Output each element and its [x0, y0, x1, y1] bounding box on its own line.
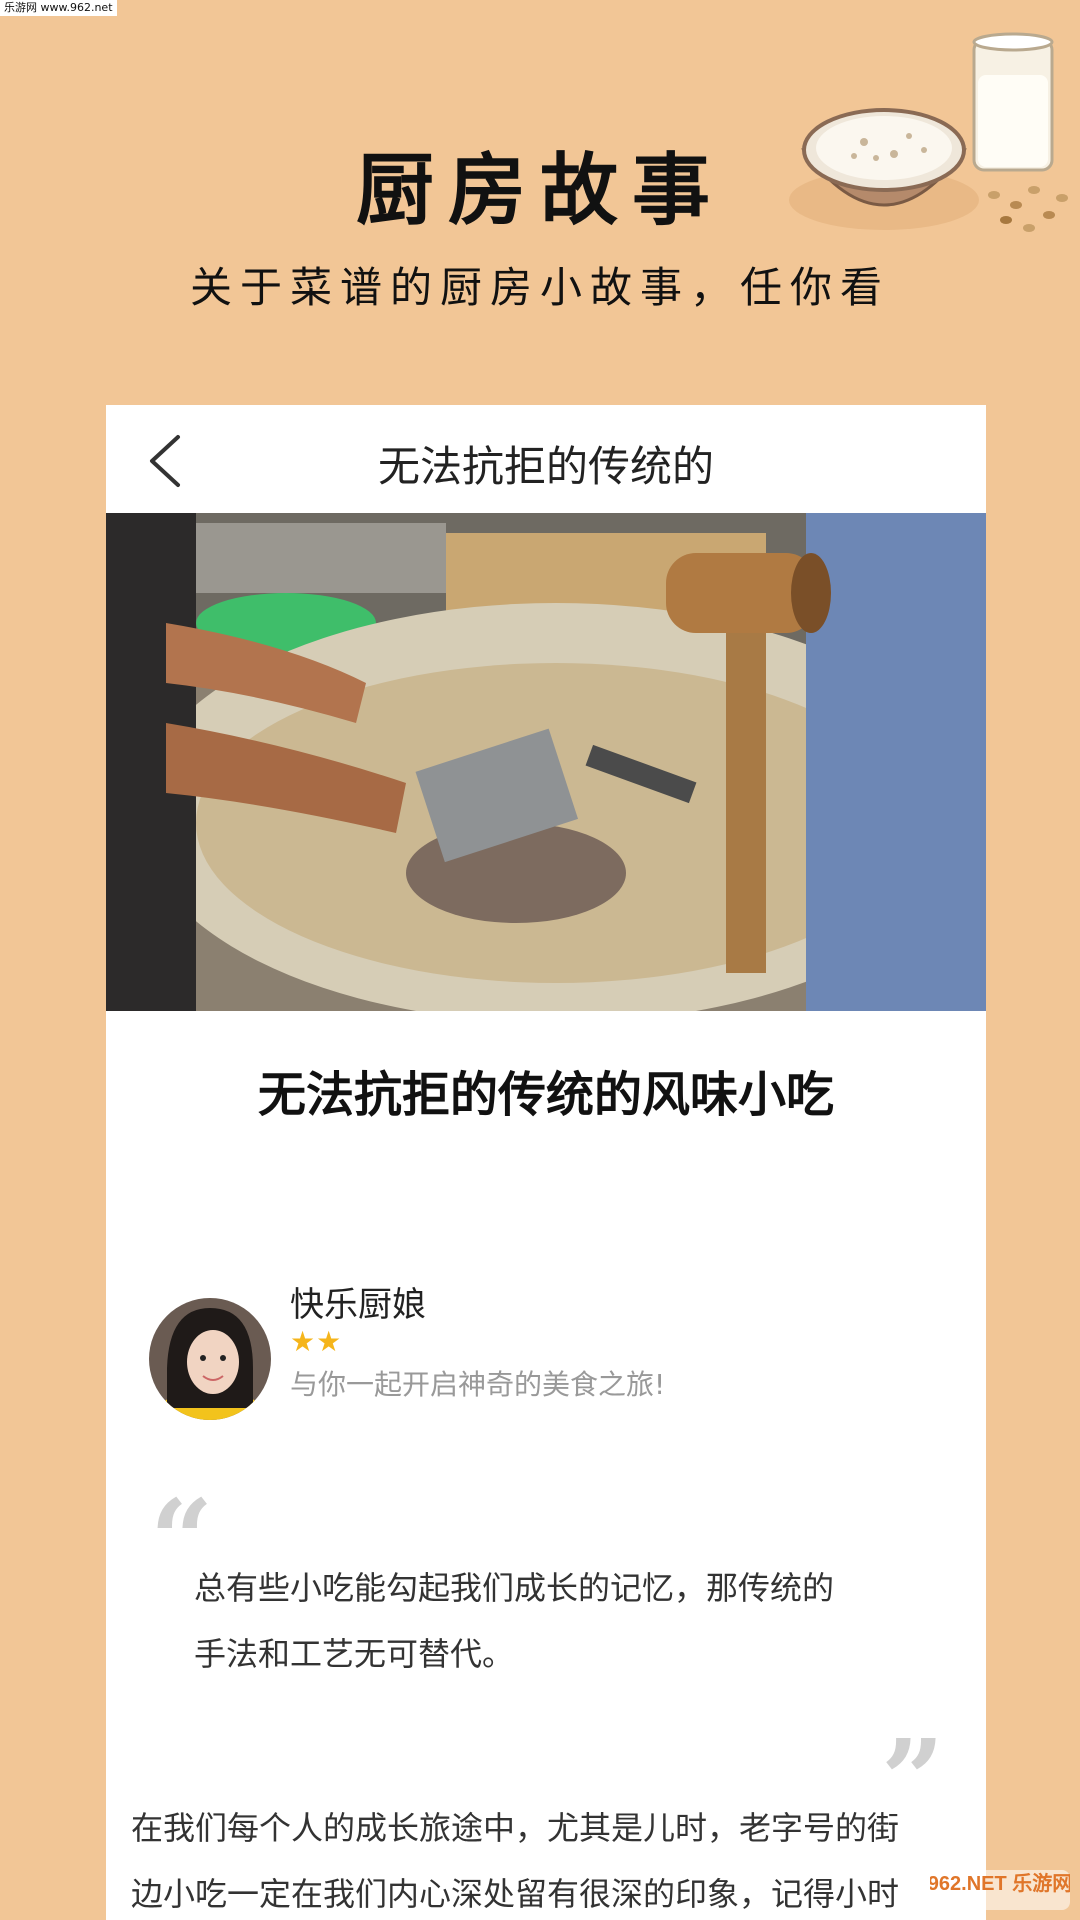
rating-stars: ★★ [290, 1325, 343, 1358]
promo-title: 厨房故事 [355, 146, 724, 236]
article-photo [106, 513, 986, 1011]
body-line: 在我们每个人的成长旅途中，尤其是儿时，老字号的街 [131, 1809, 900, 1847]
author-motto: 与你一起开启神奇的美食之旅! [290, 1368, 666, 1401]
quote-line: 总有些小吃能勾起我们成长的记忆，那传统的 [194, 1569, 835, 1607]
author-name: 快乐厨娘 [290, 1285, 426, 1325]
watermark-logo: 962.NET 乐游网 [930, 1870, 1070, 1910]
quote-text: 总有些小吃能勾起我们成长的记忆，那传统的 手法和工艺无可替代。 [194, 1555, 914, 1687]
watermark-top: 乐游网 www.962.net [0, 0, 117, 16]
page: 乐游网 www.962.net 厨房故事 关于菜谱的厨房小故事，任你看 无法抗拒… [0, 0, 1080, 1920]
nav-bar: 无法抗拒的传统的 [106, 405, 986, 513]
watermark-bottom-text: 962.NET 乐游网 [930, 1871, 1070, 1895]
article-body: 在我们每个人的成长旅途中，尤其是儿时，老字号的街 边小吃一定在我们内心深处留有很… [131, 1795, 971, 1920]
body-line: 边小吃一定在我们内心深处留有很深的印象，记得小时 [131, 1875, 900, 1913]
promo-subtitle: 关于菜谱的厨房小故事，任你看 [189, 263, 890, 312]
nav-title: 无法抗拒的传统的 [377, 442, 714, 491]
quote-line: 手法和工艺无可替代。 [194, 1635, 515, 1673]
article-card: 无法抗拒的传统的 无法抗拒的传统的风味小吃 快乐厨娘 ★★ 与你一起开启神奇的美… [106, 405, 986, 1920]
article-title: 无法抗拒的传统的风味小吃 [257, 1067, 834, 1123]
avatar[interactable] [149, 1298, 271, 1420]
